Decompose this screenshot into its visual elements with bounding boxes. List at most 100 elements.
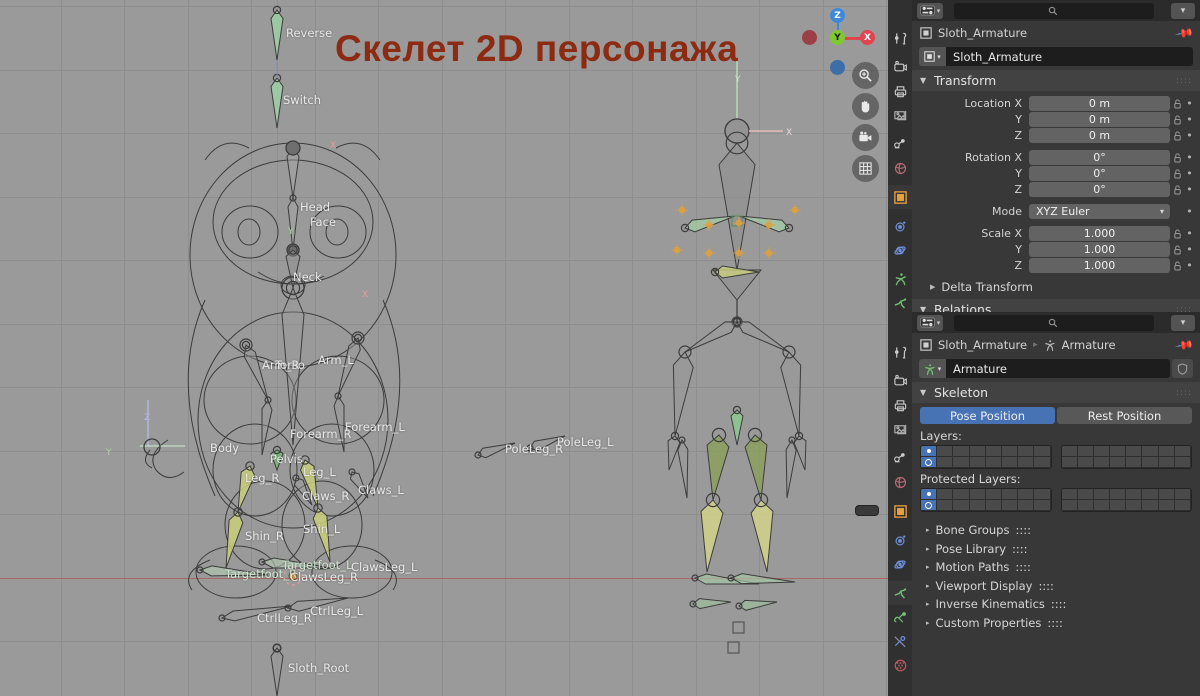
- layer-cell[interactable]: [1126, 489, 1142, 500]
- lock-icon[interactable]: [1173, 99, 1185, 109]
- object-name-field[interactable]: Sloth_Armature: [946, 47, 1193, 66]
- layer-cell[interactable]: [986, 489, 1002, 500]
- panel-header-custom-properties[interactable]: ▸Custom Properties::::: [912, 614, 1200, 633]
- layer-cell[interactable]: [986, 500, 1002, 511]
- properties-tab-view-layer[interactable]: [888, 103, 912, 127]
- layer-cell[interactable]: [1002, 500, 1018, 511]
- layer-cell[interactable]: [953, 457, 969, 468]
- panel-header-skeleton[interactable]: ▼ Skeleton ::::: [912, 382, 1200, 403]
- properties-tab-object[interactable]: [888, 185, 912, 209]
- layer-cell[interactable]: [1062, 489, 1078, 500]
- layer-cell[interactable]: [1078, 446, 1094, 457]
- layer-cell[interactable]: [1126, 500, 1142, 511]
- object-icon[interactable]: ▾: [919, 47, 946, 66]
- field-value[interactable]: 1.000: [1029, 242, 1170, 257]
- field-value[interactable]: 1.000: [1029, 226, 1170, 241]
- lock-icon[interactable]: [1173, 115, 1185, 125]
- rest-position-button[interactable]: Rest Position: [1057, 407, 1192, 424]
- pin-icon-top[interactable]: 📌: [1174, 23, 1194, 43]
- panel-header-pose-library[interactable]: ▸Pose Library::::: [912, 540, 1200, 559]
- layer-cell[interactable]: [1034, 446, 1050, 457]
- properties-tab-modifiers[interactable]: [888, 528, 912, 552]
- layer-cell[interactable]: [1110, 446, 1126, 457]
- breadcrumb-item-armature[interactable]: Armature: [1062, 338, 1116, 352]
- header-options-caret-bottom[interactable]: ▾: [1171, 315, 1195, 331]
- field-value[interactable]: 0°: [1029, 150, 1170, 165]
- panel-header-viewport-display[interactable]: ▸Viewport Display::::: [912, 577, 1200, 596]
- armature-name-field[interactable]: Armature: [946, 359, 1170, 378]
- properties-tab-world[interactable]: [888, 156, 912, 180]
- pan-hand-icon[interactable]: [852, 93, 879, 120]
- lock-icon[interactable]: [1173, 261, 1185, 271]
- animate-property-dot[interactable]: •: [1185, 227, 1194, 240]
- layer-cell[interactable]: [953, 489, 969, 500]
- layer-cell[interactable]: [1110, 500, 1126, 511]
- viewport-nav-buttons[interactable]: [852, 62, 882, 186]
- animate-property-dot[interactable]: •: [1185, 183, 1194, 196]
- pin-icon-bottom[interactable]: 📌: [1174, 335, 1194, 355]
- animate-property-dot[interactable]: •: [1185, 167, 1194, 180]
- panel-header-relations[interactable]: ▼ Relations ::::: [912, 299, 1200, 312]
- armature-id-row[interactable]: ▾ Armature: [919, 359, 1193, 378]
- lock-icon[interactable]: [1173, 153, 1185, 163]
- layer-cell[interactable]: [970, 500, 986, 511]
- layer-cell[interactable]: [1159, 500, 1175, 511]
- properties-tab-output[interactable]: [888, 393, 912, 417]
- properties-tab-output[interactable]: [888, 79, 912, 103]
- panel-header-delta-transform[interactable]: ▶ Delta Transform: [912, 278, 1200, 296]
- search-input-bottom[interactable]: [954, 315, 1154, 331]
- search-input-top[interactable]: [954, 3, 1154, 19]
- editor-type-icon-bottom[interactable]: ▾: [917, 315, 943, 331]
- layer-cell[interactable]: [921, 446, 937, 457]
- properties-tab-column-top[interactable]: [888, 0, 912, 312]
- breadcrumb-item-sloth_armature[interactable]: Sloth_Armature: [938, 26, 1027, 40]
- layer-cell[interactable]: [1094, 446, 1110, 457]
- properties-tab-render[interactable]: [888, 369, 912, 393]
- layer-cell[interactable]: [1175, 457, 1191, 468]
- layer-cell[interactable]: [1142, 446, 1158, 457]
- pose-position-button[interactable]: Pose Position: [920, 407, 1055, 424]
- properties-tab-armature-data[interactable]: [888, 581, 912, 605]
- layer-cell[interactable]: [1034, 489, 1050, 500]
- layer-cell[interactable]: [1142, 500, 1158, 511]
- properties-tab-column-bottom[interactable]: [888, 312, 912, 696]
- properties-tab-view-layer[interactable]: [888, 417, 912, 441]
- layer-cell[interactable]: [1159, 457, 1175, 468]
- animate-property-dot[interactable]: •: [1185, 97, 1194, 110]
- lock-icon[interactable]: [1173, 169, 1185, 179]
- animate-property-dot[interactable]: •: [1185, 151, 1194, 164]
- layer-cell[interactable]: [1159, 489, 1175, 500]
- gizmo-ball-neg-x[interactable]: [802, 30, 817, 45]
- layer-cell[interactable]: [1175, 500, 1191, 511]
- layer-cell[interactable]: [1110, 489, 1126, 500]
- layer-cell[interactable]: [937, 446, 953, 457]
- properties-tab-world[interactable]: [888, 470, 912, 494]
- shield-icon[interactable]: [1172, 359, 1193, 378]
- properties-tab-scene[interactable]: [888, 132, 912, 156]
- gizmo-ball-neg-z[interactable]: [830, 60, 845, 75]
- layer-cell[interactable]: [1175, 446, 1191, 457]
- layer-cell[interactable]: [1078, 500, 1094, 511]
- properties-tab-object[interactable]: [888, 499, 912, 523]
- layer-cell[interactable]: [1159, 446, 1175, 457]
- layer-cell[interactable]: [1126, 457, 1142, 468]
- lock-icon[interactable]: [1173, 229, 1185, 239]
- layer-cell[interactable]: [921, 500, 937, 511]
- breadcrumb-item-sloth_armature[interactable]: Sloth_Armature: [938, 338, 1027, 352]
- lock-icon[interactable]: [1173, 245, 1185, 255]
- layer-cell[interactable]: [1062, 446, 1078, 457]
- armature-data-icon[interactable]: ▾: [919, 359, 946, 378]
- layer-cell[interactable]: [1094, 500, 1110, 511]
- field-value[interactable]: 0°: [1029, 182, 1170, 197]
- grid-icon[interactable]: [852, 155, 879, 182]
- animate-property-dot[interactable]: •: [1185, 205, 1194, 218]
- field-value[interactable]: XYZ Euler▾: [1029, 204, 1170, 219]
- gizmo-ball-z[interactable]: Z: [830, 8, 845, 23]
- lock-icon[interactable]: [1173, 185, 1185, 195]
- gizmo-ball-y[interactable]: Y: [830, 30, 845, 45]
- layer-cell[interactable]: [953, 446, 969, 457]
- properties-tab-tool[interactable]: [888, 26, 912, 50]
- properties-tab-physics[interactable]: [888, 238, 912, 262]
- properties-tab-render[interactable]: [888, 55, 912, 79]
- field-value[interactable]: 1.000: [1029, 258, 1170, 273]
